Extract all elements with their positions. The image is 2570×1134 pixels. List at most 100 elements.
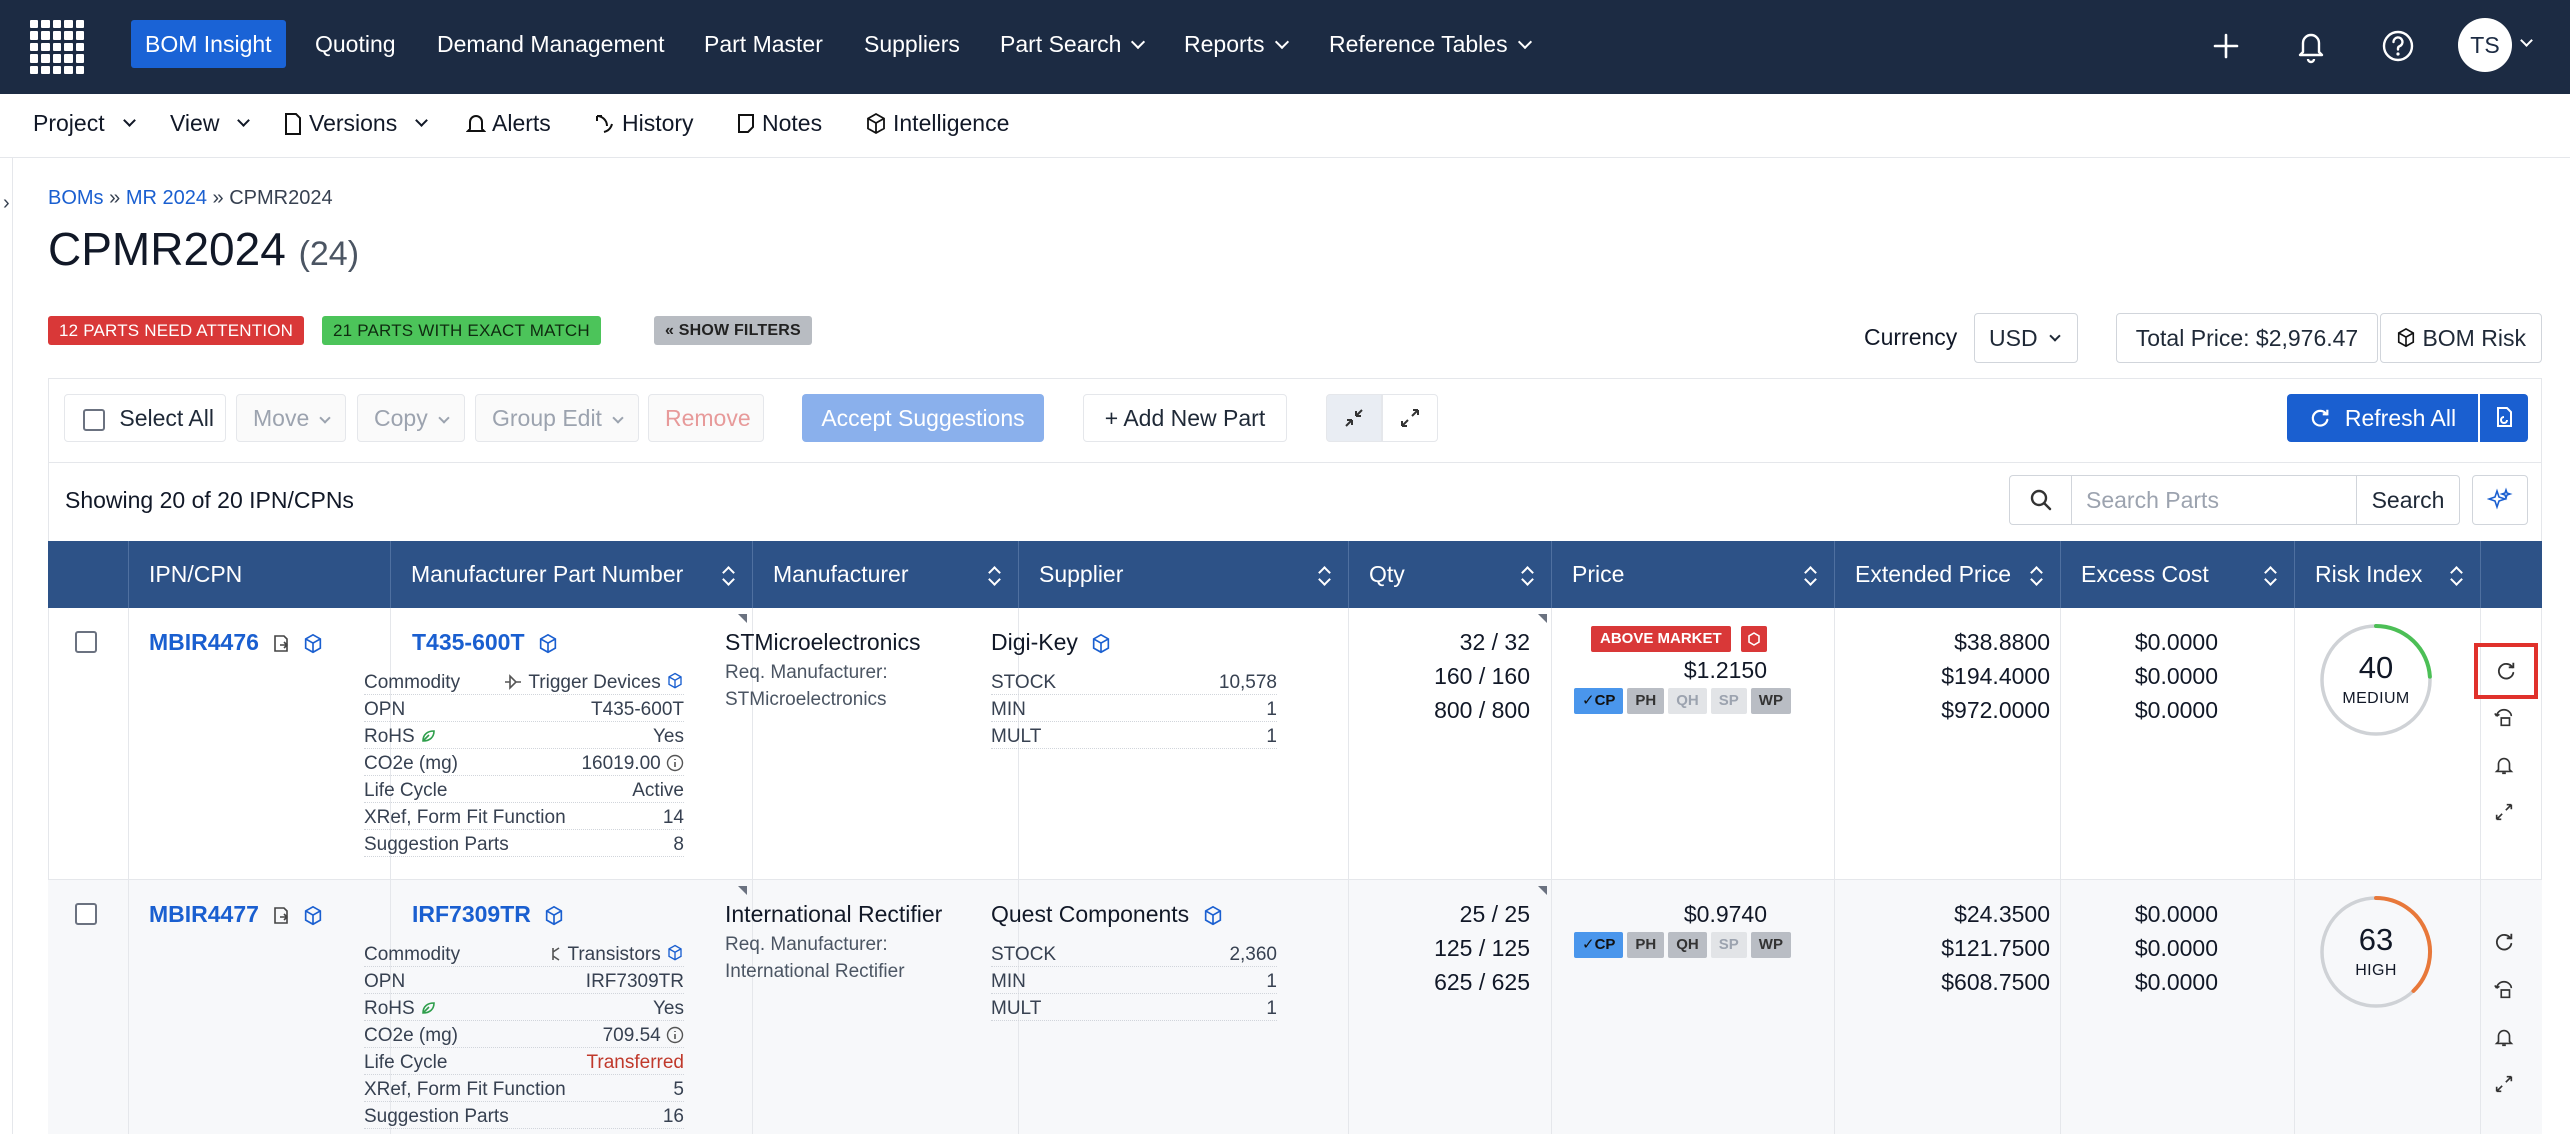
remove-button[interactable]: Remove (648, 394, 764, 442)
cube-icon[interactable] (1202, 905, 1224, 927)
search-button[interactable]: Search (2356, 475, 2460, 525)
subnav-project[interactable]: Project (33, 110, 136, 137)
pill-wp[interactable]: WP (1750, 932, 1791, 958)
swap-history-icon[interactable] (2476, 968, 2532, 1012)
cube-icon[interactable] (543, 905, 565, 927)
mpn-link[interactable]: IRF7309TR (412, 901, 565, 928)
exact-match-badge[interactable]: 21 PARTS WITH EXACT MATCH (322, 316, 601, 345)
info-icon[interactable] (666, 754, 684, 772)
sort-icon[interactable] (1804, 567, 1816, 583)
col-excess-cost[interactable]: Excess Cost (2060, 541, 2294, 608)
sort-icon[interactable] (2030, 567, 2042, 583)
sort-icon[interactable] (988, 567, 1000, 583)
nav-demand-management[interactable]: Demand Management (423, 20, 679, 68)
pill-sp[interactable]: SP (1710, 932, 1747, 958)
row-checkbox[interactable] (75, 903, 97, 925)
nav-reports[interactable]: Reports (1170, 20, 1301, 68)
nav-part-search[interactable]: Part Search (986, 20, 1157, 68)
checkbox[interactable] (83, 408, 105, 431)
col-ipn[interactable]: IPN/CPN (128, 541, 390, 608)
col-manufacturer[interactable]: Manufacturer (752, 541, 1018, 608)
cube-icon[interactable] (666, 944, 684, 962)
sort-icon[interactable] (722, 567, 734, 583)
sort-icon[interactable] (2264, 567, 2276, 583)
cube-icon[interactable] (302, 633, 324, 655)
col-price[interactable]: Price (1551, 541, 1834, 608)
col-qty[interactable]: Qty (1348, 541, 1551, 608)
refresh-box-icon[interactable] (1741, 626, 1767, 652)
currency-select[interactable]: USD (1974, 313, 2078, 363)
nav-quoting[interactable]: Quoting (301, 20, 410, 68)
expand-row-icon[interactable] (2476, 1062, 2532, 1106)
pill-wp[interactable]: WP (1750, 688, 1791, 714)
breadcrumb-mr-2024[interactable]: MR 2024 (126, 187, 207, 209)
sort-icon[interactable] (1521, 567, 1533, 583)
refresh-row-icon[interactable] (2474, 643, 2538, 699)
nav-reference-tables[interactable]: Reference Tables (1315, 20, 1544, 68)
add-new-part-button[interactable]: + Add New Part (1083, 394, 1287, 442)
col-mpn[interactable]: Manufacturer Part Number (390, 541, 752, 608)
refresh-row-icon[interactable] (2476, 920, 2532, 964)
cube-icon[interactable] (302, 905, 324, 927)
cube-icon[interactable] (666, 672, 684, 690)
subnav-notes[interactable]: Notes (736, 110, 822, 137)
attr-value[interactable]: 5 (673, 1079, 684, 1101)
attr-value[interactable]: 16 (663, 1106, 684, 1128)
subnav-versions[interactable]: Versions (283, 110, 429, 137)
cube-icon[interactable] (537, 633, 559, 655)
expand-row-icon[interactable] (2476, 790, 2532, 834)
copy-button[interactable]: Copy (357, 394, 465, 442)
pill-ph[interactable]: PH (1627, 688, 1665, 714)
pill-cp[interactable]: ✓CP (1574, 932, 1624, 958)
expand-icon[interactable] (1382, 394, 1438, 442)
parts-attention-badge[interactable]: 12 PARTS NEED ATTENTION (48, 316, 305, 345)
attr-value[interactable]: 8 (673, 834, 684, 856)
sort-icon[interactable] (2450, 567, 2462, 583)
supplier-name[interactable]: Quest Components (991, 901, 1224, 928)
refresh-all-button[interactable]: Refresh All (2287, 394, 2478, 442)
accept-suggestions-button[interactable]: Accept Suggestions (802, 394, 1044, 442)
cube-icon[interactable] (1090, 633, 1112, 655)
col-extended-price[interactable]: Extended Price (1834, 541, 2060, 608)
show-filters-button[interactable]: « SHOW FILTERS (654, 316, 812, 345)
bell-icon[interactable] (2294, 28, 2328, 69)
select-all-checkbox[interactable]: Select All (64, 394, 226, 442)
pill-cp[interactable]: ✓CP (1574, 688, 1624, 714)
bom-risk-button[interactable]: BOM Risk (2380, 313, 2542, 363)
refresh-options-icon[interactable] (2480, 394, 2528, 442)
chevron-down-icon[interactable] (2520, 32, 2533, 50)
search-input[interactable] (2071, 475, 2357, 525)
mpn-link[interactable]: T435-600T (412, 629, 559, 656)
sort-icon[interactable] (1318, 567, 1330, 583)
sidebar-expand-chevron-icon[interactable]: › (3, 192, 10, 215)
col-risk-index[interactable]: Risk Index (2294, 541, 2480, 608)
subnav-history[interactable]: History (594, 110, 694, 137)
supplier-name[interactable]: Digi-Key (991, 629, 1112, 656)
subnav-intelligence[interactable]: Intelligence (865, 110, 1009, 137)
plus-icon[interactable] (2211, 28, 2241, 69)
copy-document-icon[interactable] (271, 905, 293, 927)
pill-qh[interactable]: QH (1668, 688, 1707, 714)
bell-icon[interactable] (2476, 743, 2532, 787)
copy-document-icon[interactable] (271, 633, 293, 655)
info-icon[interactable] (666, 1026, 684, 1044)
app-grid-logo-icon[interactable] (30, 20, 84, 74)
attr-value[interactable]: 14 (663, 807, 684, 829)
breadcrumb-boms[interactable]: BOMs (48, 187, 104, 209)
ipn-link[interactable]: MBIR4477 (149, 901, 324, 928)
move-button[interactable]: Move (236, 394, 347, 442)
group-edit-button[interactable]: Group Edit (475, 394, 639, 442)
help-icon[interactable] (2380, 28, 2416, 69)
pill-sp[interactable]: SP (1710, 688, 1747, 714)
subnav-view[interactable]: View (170, 110, 251, 137)
nav-suppliers[interactable]: Suppliers (850, 20, 974, 68)
bell-icon[interactable] (2476, 1015, 2532, 1059)
user-avatar[interactable]: TS (2458, 18, 2512, 72)
subnav-alerts[interactable]: Alerts (466, 110, 551, 137)
nav-bom-insight[interactable]: BOM Insight (131, 20, 286, 68)
collapse-icon[interactable] (1326, 394, 1382, 442)
row-checkbox[interactable] (75, 631, 97, 653)
swap-history-icon[interactable] (2476, 696, 2532, 740)
sparkle-icon[interactable] (2472, 475, 2528, 525)
pill-ph[interactable]: PH (1627, 932, 1665, 958)
